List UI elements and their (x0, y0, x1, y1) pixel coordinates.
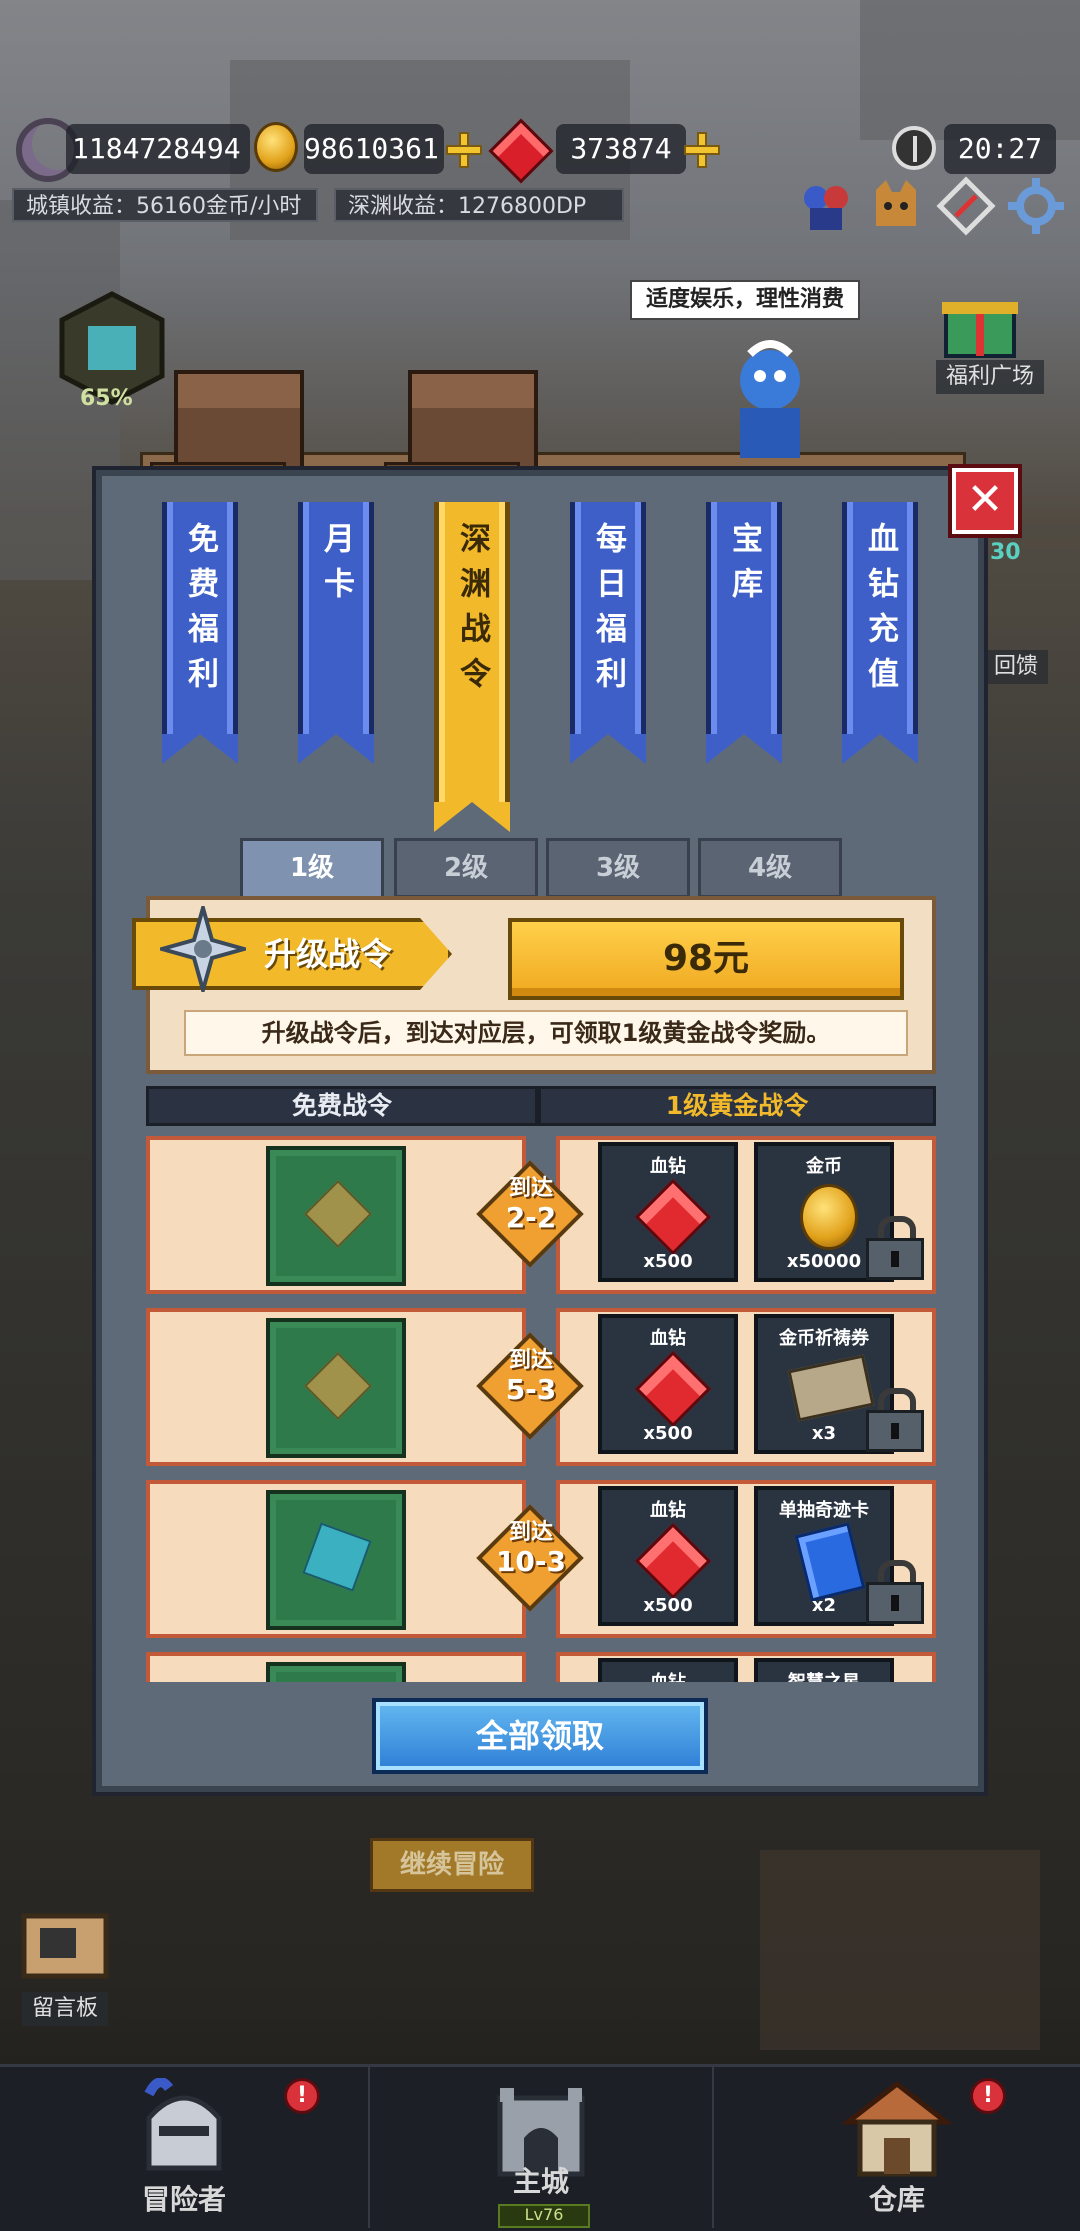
upgrade-note: 升级战令后，到达对应层，可领取1级黄金战令奖励。 (184, 1010, 908, 1056)
red-gem-icon (634, 1522, 712, 1600)
lock-icon (866, 1388, 924, 1452)
stat1-value: 1184728494 (66, 124, 250, 174)
gold-reward-item[interactable]: 血钻 (598, 1658, 738, 1682)
free-reward-item[interactable] (266, 1146, 406, 1286)
cyan-card-icon (302, 1522, 372, 1592)
free-reward-cell (146, 1480, 526, 1638)
message-board-icon[interactable] (10, 1906, 120, 1996)
knight-helmet-icon (144, 2078, 222, 2171)
tab-free-welfare[interactable]: 免费福利 (162, 502, 238, 764)
nav-warehouse[interactable]: 仓库 (714, 2064, 1080, 2228)
free-reward-cell (146, 1652, 526, 1682)
tab-daily-welfare[interactable]: 每日福利 (570, 502, 646, 764)
reward-row: 到达 5-3 血钻 x500 金币祈祷券 x3 (146, 1308, 936, 1466)
nav-warehouse-label: 仓库 (868, 2183, 925, 2216)
side-count: 30 (990, 540, 1021, 565)
tab-abyss-pass[interactable]: 深渊战令 (434, 502, 510, 832)
gold-coin-icon (800, 1184, 858, 1250)
red-gem-icon (634, 1178, 712, 1256)
gold-value: 98610361 (304, 124, 444, 174)
lock-icon (866, 1560, 924, 1624)
lock-icon (866, 1216, 924, 1280)
gift-box-icon[interactable] (936, 288, 1024, 360)
warehouse-icon (842, 2080, 952, 2177)
gem-value: 373874 (556, 124, 686, 174)
tab-monthly-card[interactable]: 月卡 (298, 502, 374, 764)
shuriken-icon (160, 906, 246, 992)
nav-adventurer-label: 冒险者 (141, 2183, 226, 2216)
feedback-label[interactable]: 回馈 (984, 650, 1049, 684)
free-reward-cell (146, 1308, 526, 1466)
buy-pass-button[interactable]: 98元 (508, 918, 904, 1000)
add-gems-icon[interactable] (684, 132, 720, 168)
close-button[interactable]: ✕ (948, 464, 1022, 538)
continue-adventure-button[interactable]: 继续冒险 (370, 1838, 534, 1892)
treasure-chest-icon (174, 370, 304, 470)
progress-percent: 65% (80, 386, 133, 411)
floor-text: 到达 5-3 (505, 1348, 557, 1406)
clock-icon (892, 126, 936, 170)
gold-reward-item[interactable]: 智慧之星 (754, 1658, 894, 1682)
level-tab-3[interactable]: 3级 (546, 838, 690, 898)
claim-all-button[interactable]: 全部领取 (372, 1698, 708, 1774)
merchant-character-icon (740, 340, 800, 458)
tab-vault[interactable]: 宝库 (706, 502, 782, 764)
abyss-income: 深渊收益：1276800DP (334, 188, 624, 222)
alert-badge: ! (970, 2078, 1006, 2114)
add-gold-icon[interactable] (446, 132, 482, 168)
reward-row: 血钻 智慧之星 (146, 1652, 936, 1682)
gold-reward-item[interactable]: 血钻 x500 (598, 1142, 738, 1282)
reward-list[interactable]: 到达 2-2 血钻 x500 金币 x50000 到达 5-3 血钻 x500 金币祈祷券… (146, 1130, 936, 1682)
gear-icon[interactable] (1006, 176, 1066, 236)
city-level: Lv76 (498, 2204, 590, 2228)
free-pass-header: 免费战令 (146, 1086, 538, 1126)
free-reward-item[interactable] (266, 1490, 406, 1630)
gold-diamond-icon (304, 1352, 372, 1420)
gold-reward-item[interactable]: 血钻 x500 (598, 1314, 738, 1454)
red-gem-icon (634, 1350, 712, 1428)
gold-diamond-icon (304, 1180, 372, 1248)
hero-team-icon[interactable] (796, 176, 856, 236)
message-board-label[interactable]: 留言板 (22, 1992, 109, 2026)
cat-pet-icon[interactable] (866, 176, 926, 236)
scroll-icon (787, 1354, 875, 1422)
tab-gem-topup[interactable]: 血钻充值 (842, 502, 918, 764)
gold-reward-item[interactable]: 血钻 x500 (598, 1486, 738, 1626)
reward-row: 到达 2-2 血钻 x500 金币 x50000 (146, 1136, 936, 1294)
spending-tip: 适度娱乐，理性消费 (630, 280, 860, 320)
free-reward-item[interactable] (266, 1318, 406, 1458)
level-tab-4[interactable]: 4级 (698, 838, 842, 898)
reward-row: 到达 10-3 血钻 x500 单抽奇迹卡 x2 (146, 1480, 936, 1638)
level-tab-1[interactable]: 1级 (240, 838, 384, 902)
free-reward-cell (146, 1136, 526, 1294)
alert-badge: ! (284, 2078, 320, 2114)
town-income: 城镇收益：56160金币/小时 (12, 188, 318, 222)
compass-icon[interactable] (936, 176, 996, 236)
welfare-plaza-label[interactable]: 福利广场 (936, 360, 1045, 394)
blue-card-icon (794, 1522, 866, 1602)
nav-main-city-label: 主城 (512, 2165, 569, 2198)
level-tab-2[interactable]: 2级 (394, 838, 538, 898)
time-display: 20:27 (944, 124, 1056, 174)
floor-text: 到达 10-3 (495, 1520, 567, 1578)
gold-pass-header: 1级黄金战令 (538, 1086, 936, 1126)
treasure-chest-icon (408, 370, 538, 470)
free-reward-item[interactable] (266, 1662, 406, 1682)
gold-coin-icon (254, 122, 298, 172)
floor-text: 到达 2-2 (505, 1176, 557, 1234)
